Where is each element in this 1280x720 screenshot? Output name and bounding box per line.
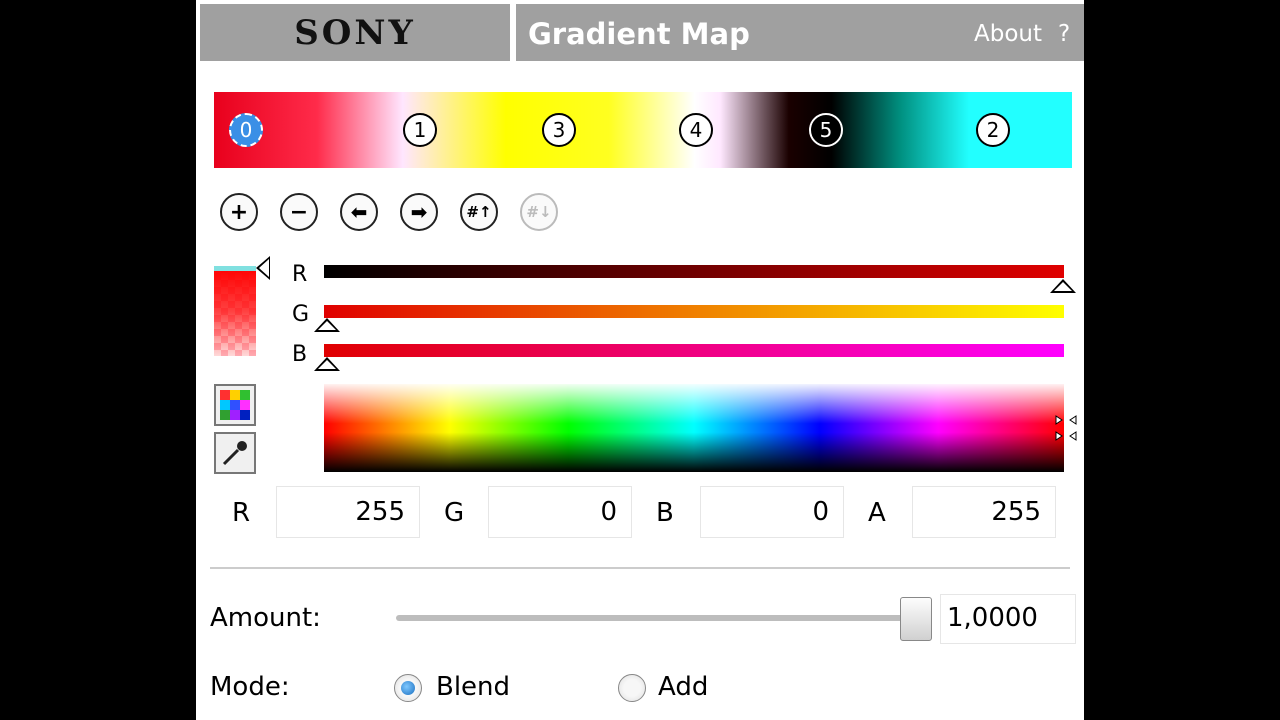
eyedropper-icon: [222, 441, 247, 466]
distribute-icon: #↑: [466, 203, 492, 221]
gradient-stop-4[interactable]: 4: [679, 113, 713, 147]
sony-logo: SONY: [294, 12, 416, 53]
minus-icon: −: [289, 199, 309, 225]
reverse-icon: #↓: [526, 203, 552, 221]
channel-label-b: B: [292, 342, 308, 367]
gradient-stop-2[interactable]: 2: [976, 113, 1010, 147]
gradient-map-panel: SONY Gradient Map About ? 0 1 3 4 5 2 + …: [196, 0, 1084, 720]
plus-icon: +: [229, 199, 249, 225]
move-stop-right-button[interactable]: ➡: [400, 193, 438, 231]
amount-value-field[interactable]: 1,0000: [940, 594, 1076, 644]
red-channel-thumb[interactable]: [1050, 279, 1076, 293]
mode-add-label[interactable]: Add: [658, 672, 708, 702]
a-value-label: A: [868, 498, 886, 528]
about-link[interactable]: About: [974, 21, 1042, 47]
r-value-label: R: [232, 498, 251, 528]
title-header: Gradient Map About ?: [516, 4, 1084, 61]
gradient-stop-5[interactable]: 5: [809, 113, 843, 147]
arrow-left-icon: ⬅: [350, 200, 368, 224]
gradient-stop-0[interactable]: 0: [229, 113, 263, 147]
remove-stop-button[interactable]: −: [280, 193, 318, 231]
color-palette-button[interactable]: [214, 384, 256, 426]
channel-label-g: G: [292, 302, 310, 327]
green-channel-slider[interactable]: [324, 305, 1064, 318]
g-value-label: G: [444, 498, 465, 528]
g-value-field[interactable]: 0: [488, 486, 632, 538]
amount-slider-thumb[interactable]: [900, 597, 932, 641]
mode-label: Mode:: [210, 672, 290, 702]
eyedropper-button[interactable]: [214, 432, 256, 474]
logo-header: SONY: [200, 4, 510, 61]
gradient-preview-bar[interactable]: 0 1 3 4 5 2: [214, 92, 1072, 168]
channel-label-r: R: [292, 262, 308, 287]
help-link[interactable]: ?: [1058, 21, 1070, 47]
b-value-label: B: [656, 498, 674, 528]
blue-channel-slider[interactable]: [324, 344, 1064, 357]
r-value-field[interactable]: 255: [276, 486, 420, 538]
gradient-stop-3[interactable]: 3: [542, 113, 576, 147]
color-spectrum-picker[interactable]: [324, 384, 1064, 472]
red-channel-slider[interactable]: [324, 265, 1064, 278]
move-stop-left-button[interactable]: ⬅: [340, 193, 378, 231]
reverse-stops-button[interactable]: #↓: [520, 193, 558, 231]
distribute-stops-button[interactable]: #↑: [460, 193, 498, 231]
add-stop-button[interactable]: +: [220, 193, 258, 231]
section-divider: [210, 567, 1070, 569]
mode-blend-label[interactable]: Blend: [436, 672, 510, 702]
blue-channel-thumb[interactable]: [314, 357, 340, 371]
spectrum-crosshair-icon[interactable]: [1054, 412, 1078, 444]
alpha-marker[interactable]: [256, 256, 270, 280]
gradient-stop-1[interactable]: 1: [403, 113, 437, 147]
a-value-field[interactable]: 255: [912, 486, 1056, 538]
mode-add-radio[interactable]: [618, 674, 646, 702]
panel-title: Gradient Map: [528, 17, 750, 51]
amount-slider-track[interactable]: [396, 615, 916, 621]
b-value-field[interactable]: 0: [700, 486, 844, 538]
palette-icon: [220, 390, 250, 420]
green-channel-thumb[interactable]: [314, 318, 340, 332]
arrow-right-icon: ➡: [410, 200, 428, 224]
mode-blend-radio[interactable]: [394, 674, 422, 702]
amount-label: Amount:: [210, 603, 321, 633]
current-color-swatch: [214, 266, 256, 356]
